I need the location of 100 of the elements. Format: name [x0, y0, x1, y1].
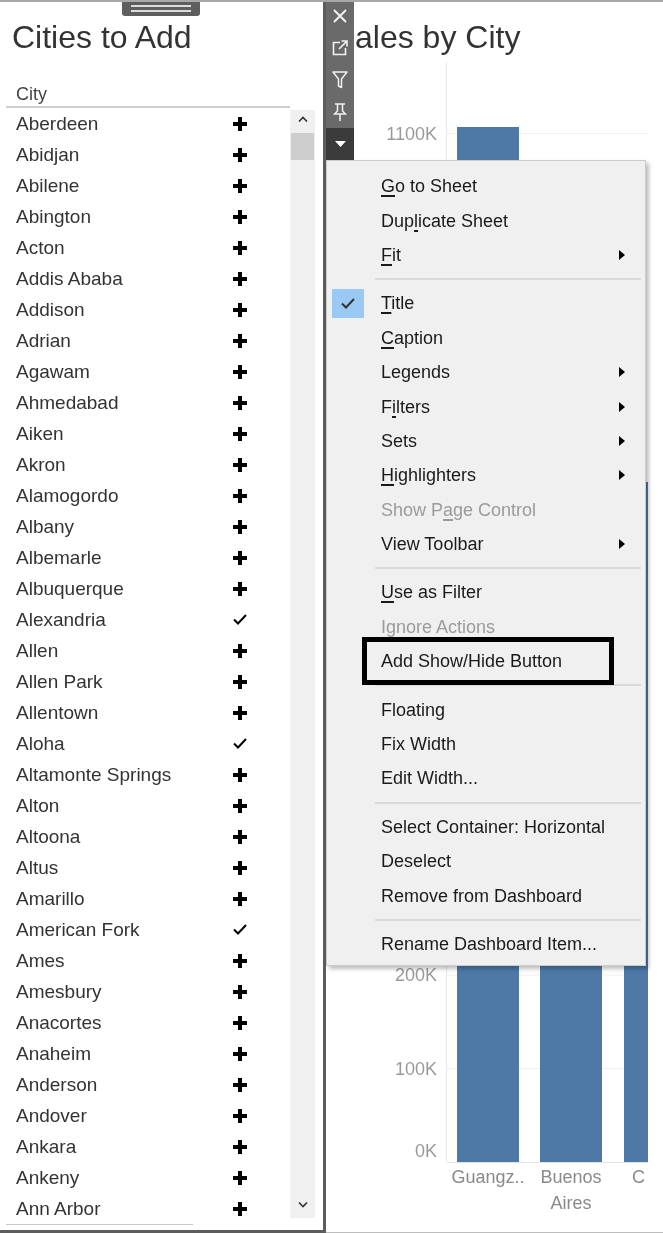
plus-icon[interactable]: [233, 953, 247, 968]
city-name: Anacortes: [16, 1010, 102, 1035]
city-name: Allen Park: [16, 669, 103, 694]
menu-item[interactable]: Deselect: [381, 852, 452, 871]
plus-icon[interactable]: [233, 860, 247, 875]
menu-item[interactable]: Edit Width...: [381, 769, 479, 788]
plus-icon[interactable]: [233, 426, 247, 441]
city-name: Ames: [16, 948, 65, 973]
plus-icon[interactable]: [233, 209, 247, 224]
scrollbar[interactable]: [290, 110, 315, 1218]
plus-icon[interactable]: [233, 1046, 247, 1061]
city-name: Allentown: [16, 700, 99, 725]
plus-icon[interactable]: [233, 1077, 247, 1092]
caret-down-icon: [334, 141, 346, 147]
axis-category-label: C: [632, 1166, 646, 1189]
city-name: Amarillo: [16, 886, 85, 911]
city-name: Abilene: [16, 173, 80, 198]
city-name: Altus: [16, 855, 59, 880]
city-name: Aloha: [16, 731, 65, 756]
menu-item[interactable]: Duplicate Sheet: [381, 211, 509, 230]
scrollbar-thumb[interactable]: [291, 133, 314, 160]
axis-category-label: Guangz..: [450, 1166, 526, 1189]
axis-tick-label: 1100K: [386, 122, 437, 145]
plus-icon[interactable]: [233, 705, 247, 720]
close-icon: [333, 9, 347, 23]
plus-icon[interactable]: [233, 1015, 247, 1030]
city-name: Addison: [16, 297, 85, 322]
city-name: Alamogordo: [16, 483, 119, 508]
menu-item[interactable]: Caption: [381, 328, 444, 347]
plus-icon[interactable]: [233, 643, 247, 658]
filter-icon: [332, 71, 348, 89]
plus-icon[interactable]: [233, 178, 247, 193]
city-name: Alton: [16, 793, 60, 818]
menu-item[interactable]: Legends: [381, 363, 451, 382]
menu-item[interactable]: View Toolbar: [381, 535, 484, 554]
city-name: Anaheim: [16, 1041, 91, 1066]
menu-item[interactable]: Highlighters: [381, 466, 477, 485]
drag-handle[interactable]: [122, 2, 200, 16]
city-name: Addis Ababa: [16, 266, 123, 291]
plus-icon[interactable]: [233, 457, 247, 472]
sheet-title: ales by City: [355, 20, 521, 54]
city-name: Adrian: [16, 328, 71, 353]
axis-tick-label: 100K: [394, 1057, 437, 1080]
plus-icon[interactable]: [233, 891, 247, 906]
plus-icon[interactable]: [233, 147, 247, 162]
plus-icon[interactable]: [233, 1139, 247, 1154]
menu-item[interactable]: Use as Filter: [381, 583, 483, 602]
menu-item[interactable]: Rename Dashboard Item...: [381, 935, 598, 953]
plus-icon[interactable]: [233, 302, 247, 317]
plus-icon[interactable]: [233, 767, 247, 782]
more-options-button[interactable]: [326, 128, 354, 160]
menu-item[interactable]: Filters: [381, 397, 430, 416]
plus-icon[interactable]: [233, 271, 247, 286]
plus-icon[interactable]: [233, 1170, 247, 1185]
city-name: Aberdeen: [16, 111, 99, 136]
city-name: Andover: [16, 1103, 87, 1128]
city-name: Altoona: [16, 824, 81, 849]
plus-icon[interactable]: [233, 550, 247, 565]
plus-icon[interactable]: [233, 674, 247, 689]
plus-icon[interactable]: [233, 364, 247, 379]
menu-item[interactable]: Remove from Dashboard: [381, 886, 583, 905]
city-name: Amesbury: [16, 979, 102, 1004]
menu-item[interactable]: Fit: [381, 245, 401, 264]
city-name: Aiken: [16, 421, 64, 446]
plus-icon[interactable]: [233, 488, 247, 503]
chevron-down-icon[interactable]: [297, 1202, 308, 1208]
city-name: Ann Arbor: [16, 1196, 101, 1221]
plus-icon[interactable]: [233, 829, 247, 844]
plus-icon[interactable]: [233, 984, 247, 999]
city-name: American Fork: [16, 917, 140, 942]
axis-category-label: Buenos Aires: [539, 1166, 603, 1215]
plus-icon[interactable]: [233, 798, 247, 813]
plus-icon[interactable]: [233, 1201, 247, 1216]
axis-tick-label: 0K: [414, 1140, 437, 1162]
menu-item[interactable]: Title: [381, 294, 415, 313]
city-name: Allen: [16, 638, 59, 663]
city-name: Alexandria: [16, 607, 106, 632]
axis-tick-label: 200K: [394, 964, 437, 986]
plus-icon[interactable]: [233, 519, 247, 534]
menu-item[interactable]: Sets: [381, 431, 418, 450]
city-name: Altamonte Springs: [16, 762, 172, 787]
plus-icon[interactable]: [233, 116, 247, 131]
menu-item[interactable]: Go to Sheet: [381, 177, 478, 196]
plus-icon[interactable]: [233, 240, 247, 255]
panel-title: Cities to Add: [12, 20, 192, 54]
city-name: Ankeny: [16, 1165, 80, 1190]
plus-icon[interactable]: [233, 1108, 247, 1123]
city-name: Albuquerque: [16, 576, 124, 601]
arrow-out-of-box-icon: [332, 40, 348, 56]
city-name: Acton: [16, 235, 65, 260]
menu-item[interactable]: Add Show/Hide Button: [362, 637, 614, 686]
menu-item[interactable]: Floating: [381, 700, 446, 719]
plus-icon[interactable]: [233, 333, 247, 348]
plus-icon[interactable]: [233, 395, 247, 410]
plus-icon[interactable]: [233, 581, 247, 596]
chevron-up-icon[interactable]: [297, 116, 308, 122]
city-name: Albany: [16, 514, 75, 539]
city-name: Akron: [16, 452, 66, 477]
menu-item[interactable]: Fix Width: [381, 735, 456, 754]
menu-item[interactable]: Select Container: Horizontal: [381, 817, 606, 836]
